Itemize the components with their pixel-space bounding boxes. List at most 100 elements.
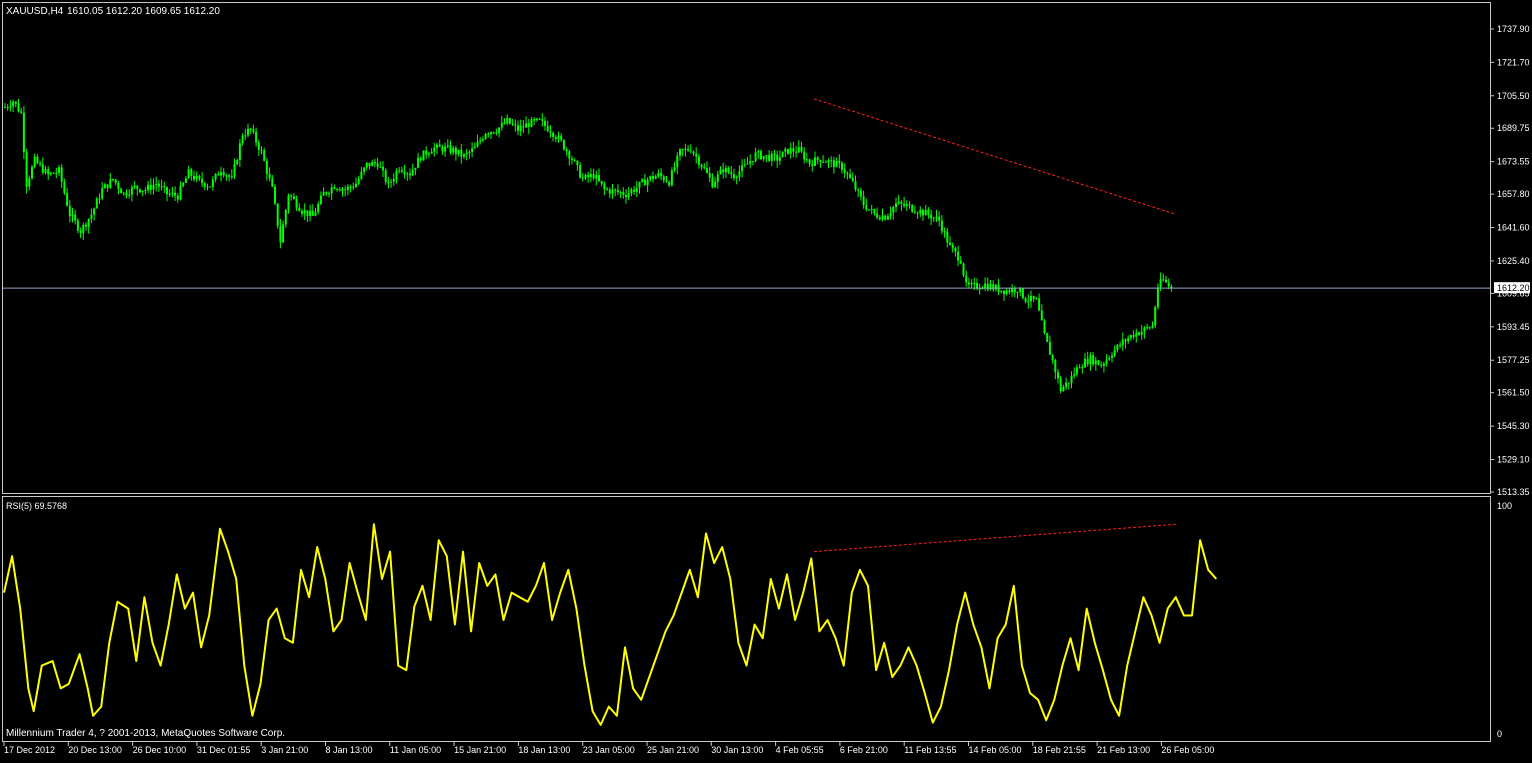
candle-body [832,160,835,168]
candle-body [830,160,833,162]
candle-body [157,183,160,187]
candle-body [298,207,301,212]
candle-body [1013,288,1016,293]
candle-body [665,180,668,182]
time-tick-label: 31 Dec 01:55 [197,745,251,755]
candle-body [792,148,795,152]
price-tick-label: 1545.30 [1497,421,1530,431]
candle-body [1000,290,1003,292]
candle-body [522,126,525,128]
trading-chart-window[interactable]: 1737.90 1721.70 1705.50 1689.75 1673.55 1657.… [0,0,1532,758]
candle-body [168,193,171,195]
candle-body [87,218,90,227]
candle-body [741,165,744,172]
candle-body [913,211,916,213]
candle-body [160,186,163,188]
candle-body [1162,279,1165,281]
candle-body [349,186,352,188]
candle-body [352,186,355,188]
candle-body [392,178,395,182]
candle-body [951,245,954,248]
candle-body [506,118,509,124]
candle-body [541,119,544,121]
candle-body [633,189,636,192]
candle-body [398,170,401,172]
candle-body [1075,367,1078,375]
candle-body [1086,358,1089,365]
candle-body [1030,295,1032,302]
candle-body [174,192,177,196]
price-tick-label: 1625.40 [1497,256,1530,266]
candle-body [749,161,752,164]
candle-body [376,163,379,167]
candle-body [36,156,39,164]
candle-body [1154,307,1157,326]
candle-body [619,192,622,194]
candle-body [68,205,71,217]
candle-body [317,203,320,213]
candle-body [940,220,943,232]
candle-body [355,183,357,187]
candle-body [155,183,158,185]
candle-body [193,176,195,180]
candle-body [14,101,17,104]
candle-body [457,149,460,155]
candle-body [959,260,962,264]
candle-body [490,132,492,135]
candle-body [870,209,873,211]
candle-body [868,209,870,211]
candle-body [319,195,322,204]
time-tick-label: 23 Jan 05:00 [583,745,635,755]
candle-body [811,163,814,166]
candle-body [978,288,981,290]
candle-body [76,220,79,231]
candle-body [903,203,906,206]
candle-body [409,173,411,176]
candle-body [220,172,222,176]
candle-body [900,201,903,204]
candle-body [819,159,822,162]
candle-body [441,146,444,152]
chart-ohlc-values: 1610.05 1612.20 1609.65 1612.20 [67,6,220,17]
candle-body [292,196,295,199]
candle-body [1132,335,1135,337]
candle-body [1070,375,1073,384]
time-tick-label: 4 Feb 05:55 [776,745,824,755]
candle-body [865,205,868,210]
candle-body [368,162,371,167]
candle-body [1165,279,1167,283]
candle-body [427,153,430,155]
candle-body [387,182,390,184]
candle-body [225,175,228,177]
chart-svg[interactable]: 1737.90 1721.70 1705.50 1689.75 1673.55 1657.… [0,0,1532,758]
candle-body [503,122,506,124]
candle-body [765,154,768,156]
candle-body [301,211,303,214]
candle-body [787,148,789,154]
candle-body [708,172,711,178]
candle-body [589,174,592,178]
candle-body [1111,355,1113,358]
candle-body [538,118,541,120]
candle-body [635,187,638,192]
candle-body [571,158,573,160]
candle-body [346,186,349,190]
candle-body [465,152,468,155]
candle-body [52,172,55,174]
price-tick-label: 1705.50 [1497,91,1530,101]
candle-body [1003,290,1005,294]
candle-body [1124,339,1127,342]
candle-body [565,149,568,152]
candle-body [970,283,973,285]
candle-body [411,169,414,176]
candle-body [851,177,854,182]
candle-body [379,166,382,168]
candle-body [1059,378,1062,392]
candle-body [1038,298,1041,311]
candle-body [460,149,463,157]
candle-body [1054,360,1057,373]
candle-body [1148,327,1151,329]
candle-body [276,203,279,227]
candle-body [573,159,576,161]
candle-body [28,178,31,187]
